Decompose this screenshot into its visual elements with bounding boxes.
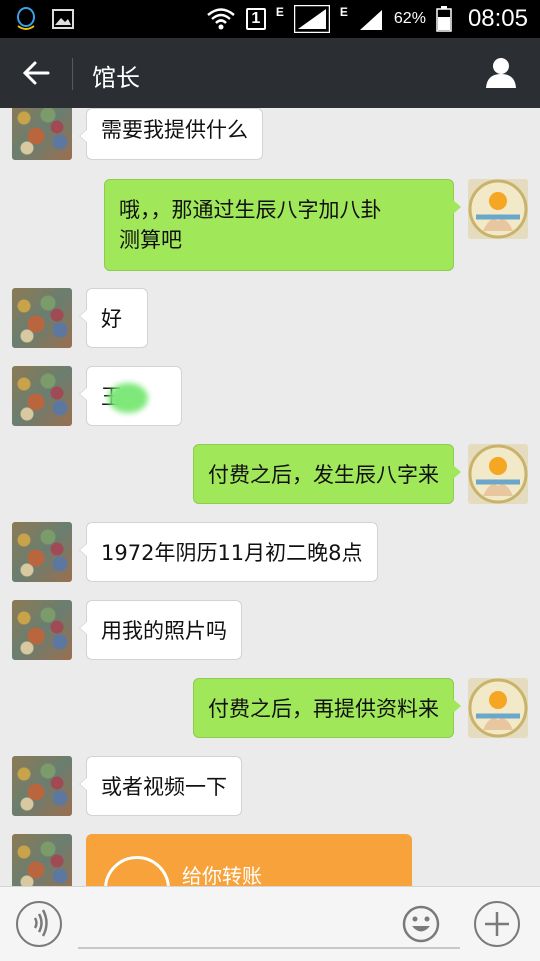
clock: 08:05 bbox=[467, 5, 528, 32]
image-icon bbox=[52, 9, 74, 29]
chat-header: 馆长 bbox=[0, 38, 540, 108]
contact-avatar[interactable] bbox=[12, 522, 72, 582]
message-text: 1972年阴历11月初二晚8点 bbox=[101, 541, 363, 565]
user-avatar[interactable] bbox=[468, 179, 528, 239]
contact-avatar[interactable] bbox=[12, 600, 72, 660]
transfer-card[interactable]: 给你转账 bbox=[86, 834, 412, 886]
message-bubble-sent[interactable]: 付费之后，发生辰八字来 bbox=[193, 444, 461, 504]
network-type-label: E bbox=[275, 5, 284, 19]
message-text-line-2: 测算吧 bbox=[119, 228, 182, 252]
message-text: 用我的照片吗 bbox=[101, 619, 227, 643]
wifi-icon bbox=[207, 8, 235, 30]
sim-icon: 1 bbox=[245, 8, 266, 30]
contact-avatar[interactable] bbox=[12, 366, 72, 426]
message-bubble-received[interactable]: 用我的照片吗 bbox=[79, 600, 242, 660]
plus-icon[interactable] bbox=[474, 901, 520, 947]
status-bar: 1 E E 62% 08:05 bbox=[0, 0, 540, 38]
message-bubble-received[interactable]: 好 bbox=[79, 288, 148, 348]
battery-percent: 62% bbox=[393, 10, 426, 27]
input-bar bbox=[0, 886, 540, 961]
message-bubble-received[interactable]: 王 bbox=[79, 366, 182, 426]
message-bubble-received[interactable]: 1972年阴历11月初二晚8点 bbox=[79, 522, 378, 582]
header-divider bbox=[72, 58, 73, 90]
user-avatar[interactable] bbox=[468, 444, 528, 504]
emoji-icon[interactable] bbox=[402, 905, 440, 943]
transfer-arrow-icon bbox=[104, 856, 170, 886]
message-bubble-sent[interactable]: 哦，，那通过生辰八字加八卦 测算吧 bbox=[104, 179, 461, 271]
network-type-label-2: E bbox=[339, 5, 348, 19]
signal-icon bbox=[293, 5, 330, 33]
battery-icon bbox=[436, 6, 452, 32]
message-text: 好 bbox=[101, 307, 122, 331]
chat-title: 馆长 bbox=[92, 64, 140, 92]
contact-avatar[interactable] bbox=[12, 108, 72, 160]
signal-icon-2 bbox=[359, 10, 382, 30]
qq-icon bbox=[17, 7, 35, 30]
message-text: 付费之后，发生辰八字来 bbox=[208, 463, 439, 487]
contact-avatar[interactable] bbox=[12, 288, 72, 348]
message-text-line-1: 哦，，那通过生辰八字加八卦 bbox=[119, 198, 382, 222]
message-bubble-received[interactable]: 需要我提供什么 bbox=[79, 108, 263, 160]
message-text: 付费之后，再提供资料来 bbox=[208, 697, 439, 721]
message-bubble-sent[interactable]: 付费之后，再提供资料来 bbox=[193, 678, 461, 738]
message-text: 需要我提供什么 bbox=[101, 118, 248, 142]
back-arrow-icon[interactable] bbox=[18, 55, 54, 91]
user-avatar[interactable] bbox=[468, 678, 528, 738]
transfer-label: 给你转账 bbox=[182, 864, 262, 886]
message-bubble-received[interactable]: 或者视频一下 bbox=[79, 756, 242, 816]
redaction-blur bbox=[108, 383, 148, 413]
message-text: 或者视频一下 bbox=[101, 775, 227, 799]
message-list[interactable]: 需要我提供什么 哦，，那通过生辰八字加八卦 测算吧 好 王 付费之后，发生辰八字… bbox=[0, 108, 540, 886]
contact-avatar[interactable] bbox=[12, 756, 72, 816]
voice-icon[interactable] bbox=[16, 901, 62, 947]
person-icon[interactable] bbox=[484, 55, 518, 89]
contact-avatar[interactable] bbox=[12, 834, 72, 886]
